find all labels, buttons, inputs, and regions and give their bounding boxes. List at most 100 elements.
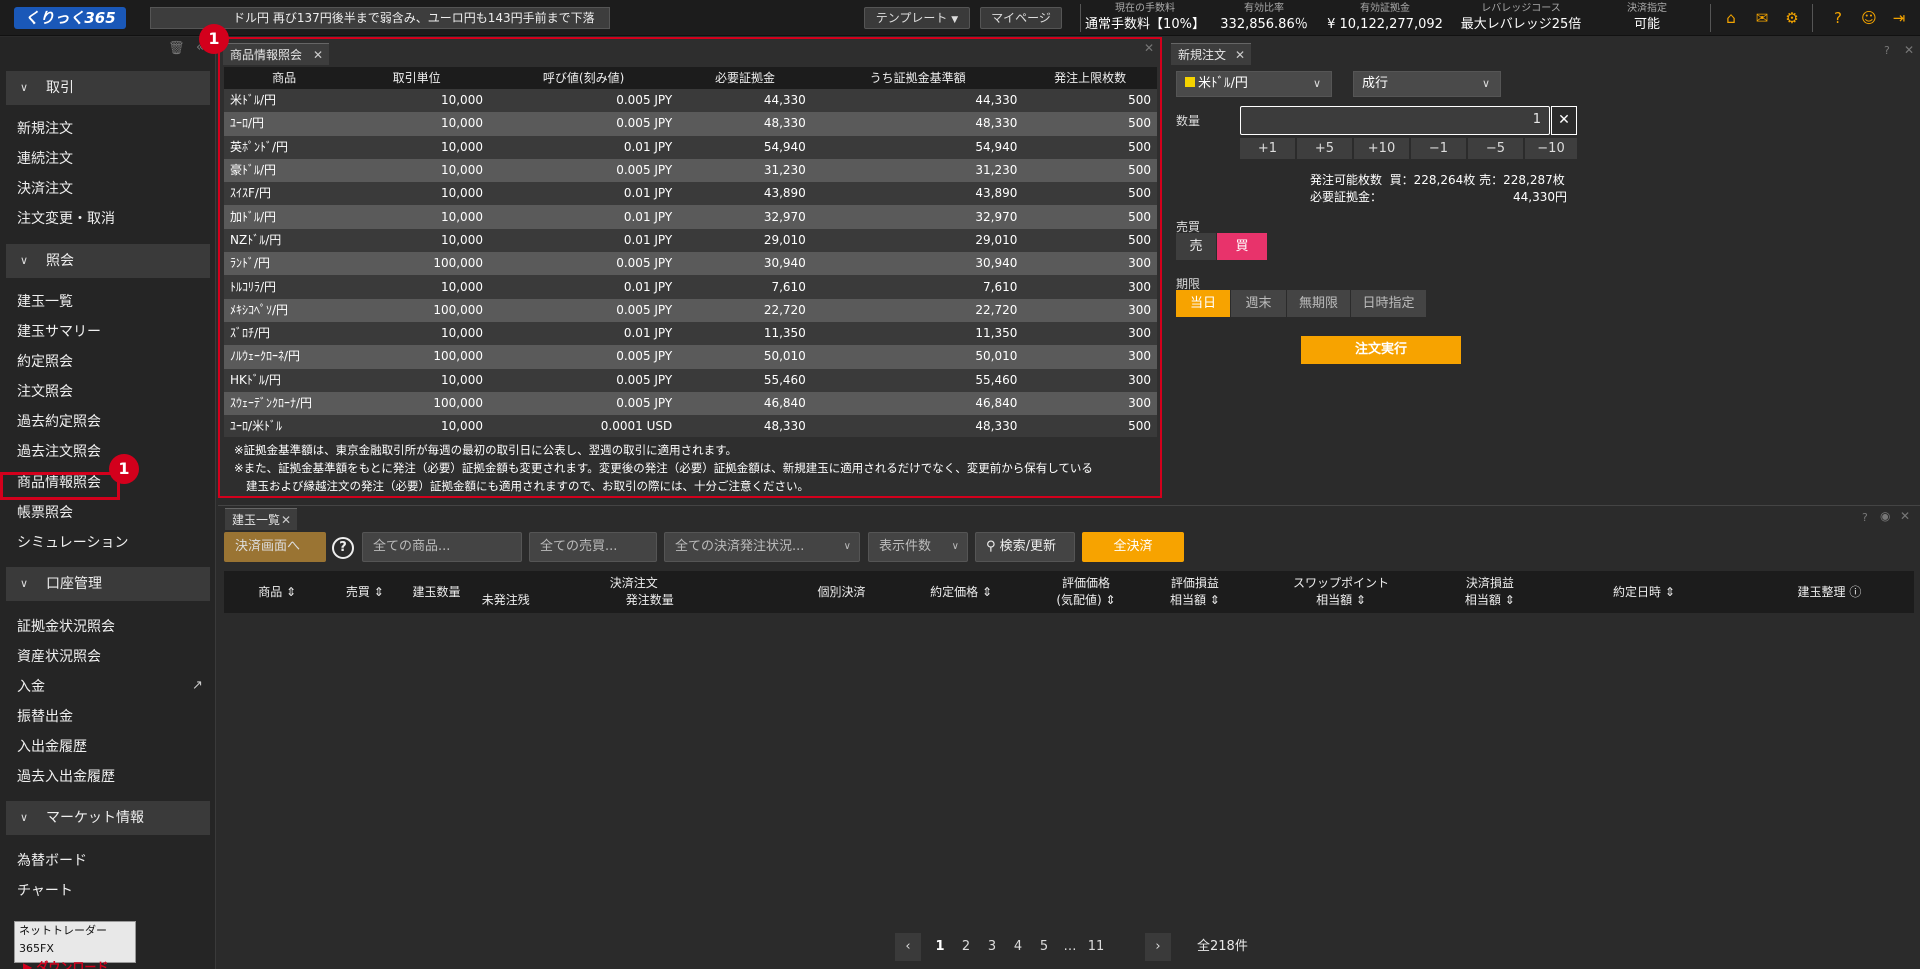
section-trade[interactable]: ∨ 取引 [6, 71, 210, 105]
sidebar-item-withdraw[interactable]: 振替出金 [17, 707, 73, 727]
trash-icon[interactable]: 🗑 [168, 41, 185, 56]
table-cell: ﾒｷｼｺﾍﾟｿ/円 [224, 298, 345, 322]
template-button[interactable]: テンプレート ▼ [864, 7, 970, 29]
buy-button[interactable]: 買 [1217, 233, 1267, 260]
nettrader-download-banner[interactable]: ネットトレーダー365FX ▶ ダウンロード [14, 921, 136, 969]
section-market[interactable]: ∨ マーケット情報 [6, 801, 210, 835]
page-button[interactable]: 2 [953, 933, 979, 961]
sidebar-item-modify-cancel[interactable]: 注文変更・取消 [17, 209, 115, 229]
sidebar-item-chart[interactable]: チャート [17, 881, 73, 901]
sidebar-item-transfer-history[interactable]: 入出金履歴 [17, 737, 87, 757]
qty-clear-button[interactable]: ✕ [1551, 106, 1577, 135]
gear-icon[interactable]: ⚙ [1783, 9, 1801, 27]
chevron-down-icon: ∨ [951, 541, 959, 552]
sidebar-item-past-orders[interactable]: 過去注文照会 [17, 442, 101, 462]
sidebar-item-simulation[interactable]: シミュレーション [17, 533, 128, 553]
side-filter-select[interactable]: 全ての売買... [529, 532, 657, 562]
qty-plus-1-button[interactable]: +1 [1240, 138, 1295, 159]
qty-minus-5-button[interactable]: −5 [1468, 138, 1523, 159]
sidebar-item-executions[interactable]: 約定照会 [17, 352, 73, 372]
qty-plus-5-button[interactable]: +5 [1297, 138, 1352, 159]
close-icon[interactable]: ✕ [281, 509, 291, 531]
col-base-margin[interactable]: うち証拠金基準額 [811, 67, 1024, 89]
brand-logo[interactable]: くりっく365 [14, 7, 126, 29]
sidebar-item-settle-order[interactable]: 決済注文 [17, 179, 73, 199]
col-unit[interactable]: 取引単位 [344, 67, 489, 89]
pair-select[interactable]: 米ﾄﾞﾙ/円 ∨ [1176, 71, 1332, 97]
submit-order-button[interactable]: 注文実行 [1301, 336, 1461, 364]
sidebar-item-fx-board[interactable]: 為替ボード [17, 851, 87, 871]
period-datetime-button[interactable]: 日時指定 [1351, 290, 1426, 317]
col-max-lots[interactable]: 発注上限枚数 [1023, 67, 1157, 89]
col-side[interactable]: 売買 ⇕ [330, 571, 400, 613]
user-icon[interactable]: ☺ [1860, 9, 1878, 27]
qty-minus-10-button[interactable]: −10 [1525, 138, 1577, 159]
qty-plus-10-button[interactable]: +10 [1354, 138, 1409, 159]
tab-positions[interactable]: 建玉一覧 ✕ [225, 508, 297, 530]
product-table-scroll[interactable]: 商品 取引単位 呼び値(刻み値) 必要証拠金 うち証拠金基準額 発注上限枚数 米… [220, 39, 1160, 437]
close-icon[interactable]: ✕ [1900, 509, 1910, 523]
page-button[interactable]: 11 [1083, 933, 1109, 961]
prev-page-button[interactable]: ‹ [895, 933, 921, 961]
stat-settlement: 決済指定 可能 [1592, 0, 1702, 36]
sidebar-item-orders[interactable]: 注文照会 [17, 382, 73, 402]
mypage-button[interactable]: マイページ [980, 7, 1062, 29]
sidebar-item-new-order[interactable]: 新規注文 [17, 119, 73, 139]
help-icon[interactable]: ⓘ [1849, 585, 1861, 599]
help-icon[interactable]: ? [1862, 511, 1868, 524]
product-filter-input[interactable]: 全ての商品... [362, 532, 522, 562]
sidebar-item-asset-status[interactable]: 資産状況照会 [17, 647, 101, 667]
sidebar-item-margin-status[interactable]: 証拠金状況照会 [17, 617, 115, 637]
stat-label: 現在の手数料 [1115, 3, 1175, 14]
next-page-button[interactable]: › [1145, 933, 1171, 961]
sidebar-item-reports[interactable]: 帳票照会 [17, 503, 73, 523]
section-inquiry[interactable]: ∨ 照会 [6, 244, 210, 278]
period-gtc-button[interactable]: 無期限 [1287, 290, 1350, 317]
settle-status-filter-select[interactable]: 全ての決済発注状況... ∨ [664, 532, 860, 562]
search-button[interactable]: ⚲ 検索/更新 [975, 532, 1075, 562]
period-week-button[interactable]: 週末 [1231, 290, 1286, 317]
sell-button[interactable]: 売 [1176, 233, 1216, 260]
col-datetime[interactable]: 約定日時 ⇕ [1542, 571, 1745, 613]
mail-icon[interactable]: ✉ [1753, 9, 1771, 27]
help-icon[interactable]: ? [1829, 9, 1847, 27]
period-today-button[interactable]: 当日 [1176, 290, 1230, 317]
close-icon[interactable]: ✕ [1904, 43, 1914, 57]
sidebar-item-past-executions[interactable]: 過去約定照会 [17, 412, 101, 432]
col-swap[interactable]: スワップポイント 相当額 ⇕ [1245, 571, 1437, 613]
col-product[interactable]: 商品 [224, 67, 345, 89]
help-icon[interactable]: ? [1884, 44, 1890, 57]
col-tick[interactable]: 呼び値(刻み値) [488, 67, 679, 89]
sidebar-item-continuous-order[interactable]: 連続注文 [17, 149, 73, 169]
table-cell: 300 [1023, 252, 1157, 276]
logout-icon[interactable]: ⇥ [1890, 9, 1908, 27]
positions-table-scroll[interactable]: 商品 ⇕ 売買 ⇕ 建玉数量 決済注文 未発注残 発注数量 個別決済 約定価格 ⇕ … [224, 571, 1914, 921]
col-price[interactable]: 約定価格 ⇕ [894, 571, 1028, 613]
section-account[interactable]: ∨ 口座管理 [6, 567, 210, 601]
qty-minus-1-button[interactable]: −1 [1411, 138, 1466, 159]
sidebar-item-positions[interactable]: 建玉一覧 [17, 292, 73, 312]
sidebar-item-deposit[interactable]: 入金 [17, 677, 45, 697]
eye-icon[interactable]: ◉ [1880, 509, 1890, 523]
col-product[interactable]: 商品 ⇕ [224, 571, 331, 613]
external-link-icon[interactable]: ↗ [192, 678, 203, 693]
sidebar-item-position-summary[interactable]: 建玉サマリー [17, 322, 101, 342]
col-eval-price[interactable]: 評価価格 (気配値) ⇕ [1027, 571, 1145, 613]
sidebar-item-past-transfer-history[interactable]: 過去入出金履歴 [17, 767, 115, 787]
tab-new-order[interactable]: 新規注文 ✕ [1171, 43, 1251, 65]
order-type-select[interactable]: 成行 ∨ [1353, 71, 1501, 97]
page-button[interactable]: 4 [1005, 933, 1031, 961]
page-size-select[interactable]: 表示件数 ∨ [868, 532, 968, 562]
settle-all-button[interactable]: 全決済 [1082, 532, 1184, 562]
home-icon[interactable]: ⌂ [1722, 9, 1740, 27]
page-button[interactable]: 1 [927, 933, 953, 961]
qty-input[interactable]: 1 [1240, 106, 1550, 135]
page-button[interactable]: 5 [1031, 933, 1057, 961]
col-required-margin[interactable]: 必要証拠金 [678, 67, 812, 89]
settle-screen-button[interactable]: 決済画面へ [224, 532, 326, 562]
help-icon[interactable]: ? [332, 537, 354, 559]
col-eval-pl[interactable]: 評価損益 相当額 ⇕ [1144, 571, 1246, 613]
col-settle-pl[interactable]: 決済損益 相当額 ⇕ [1436, 571, 1543, 613]
close-icon[interactable]: ✕ [1235, 44, 1245, 66]
page-button[interactable]: 3 [979, 933, 1005, 961]
